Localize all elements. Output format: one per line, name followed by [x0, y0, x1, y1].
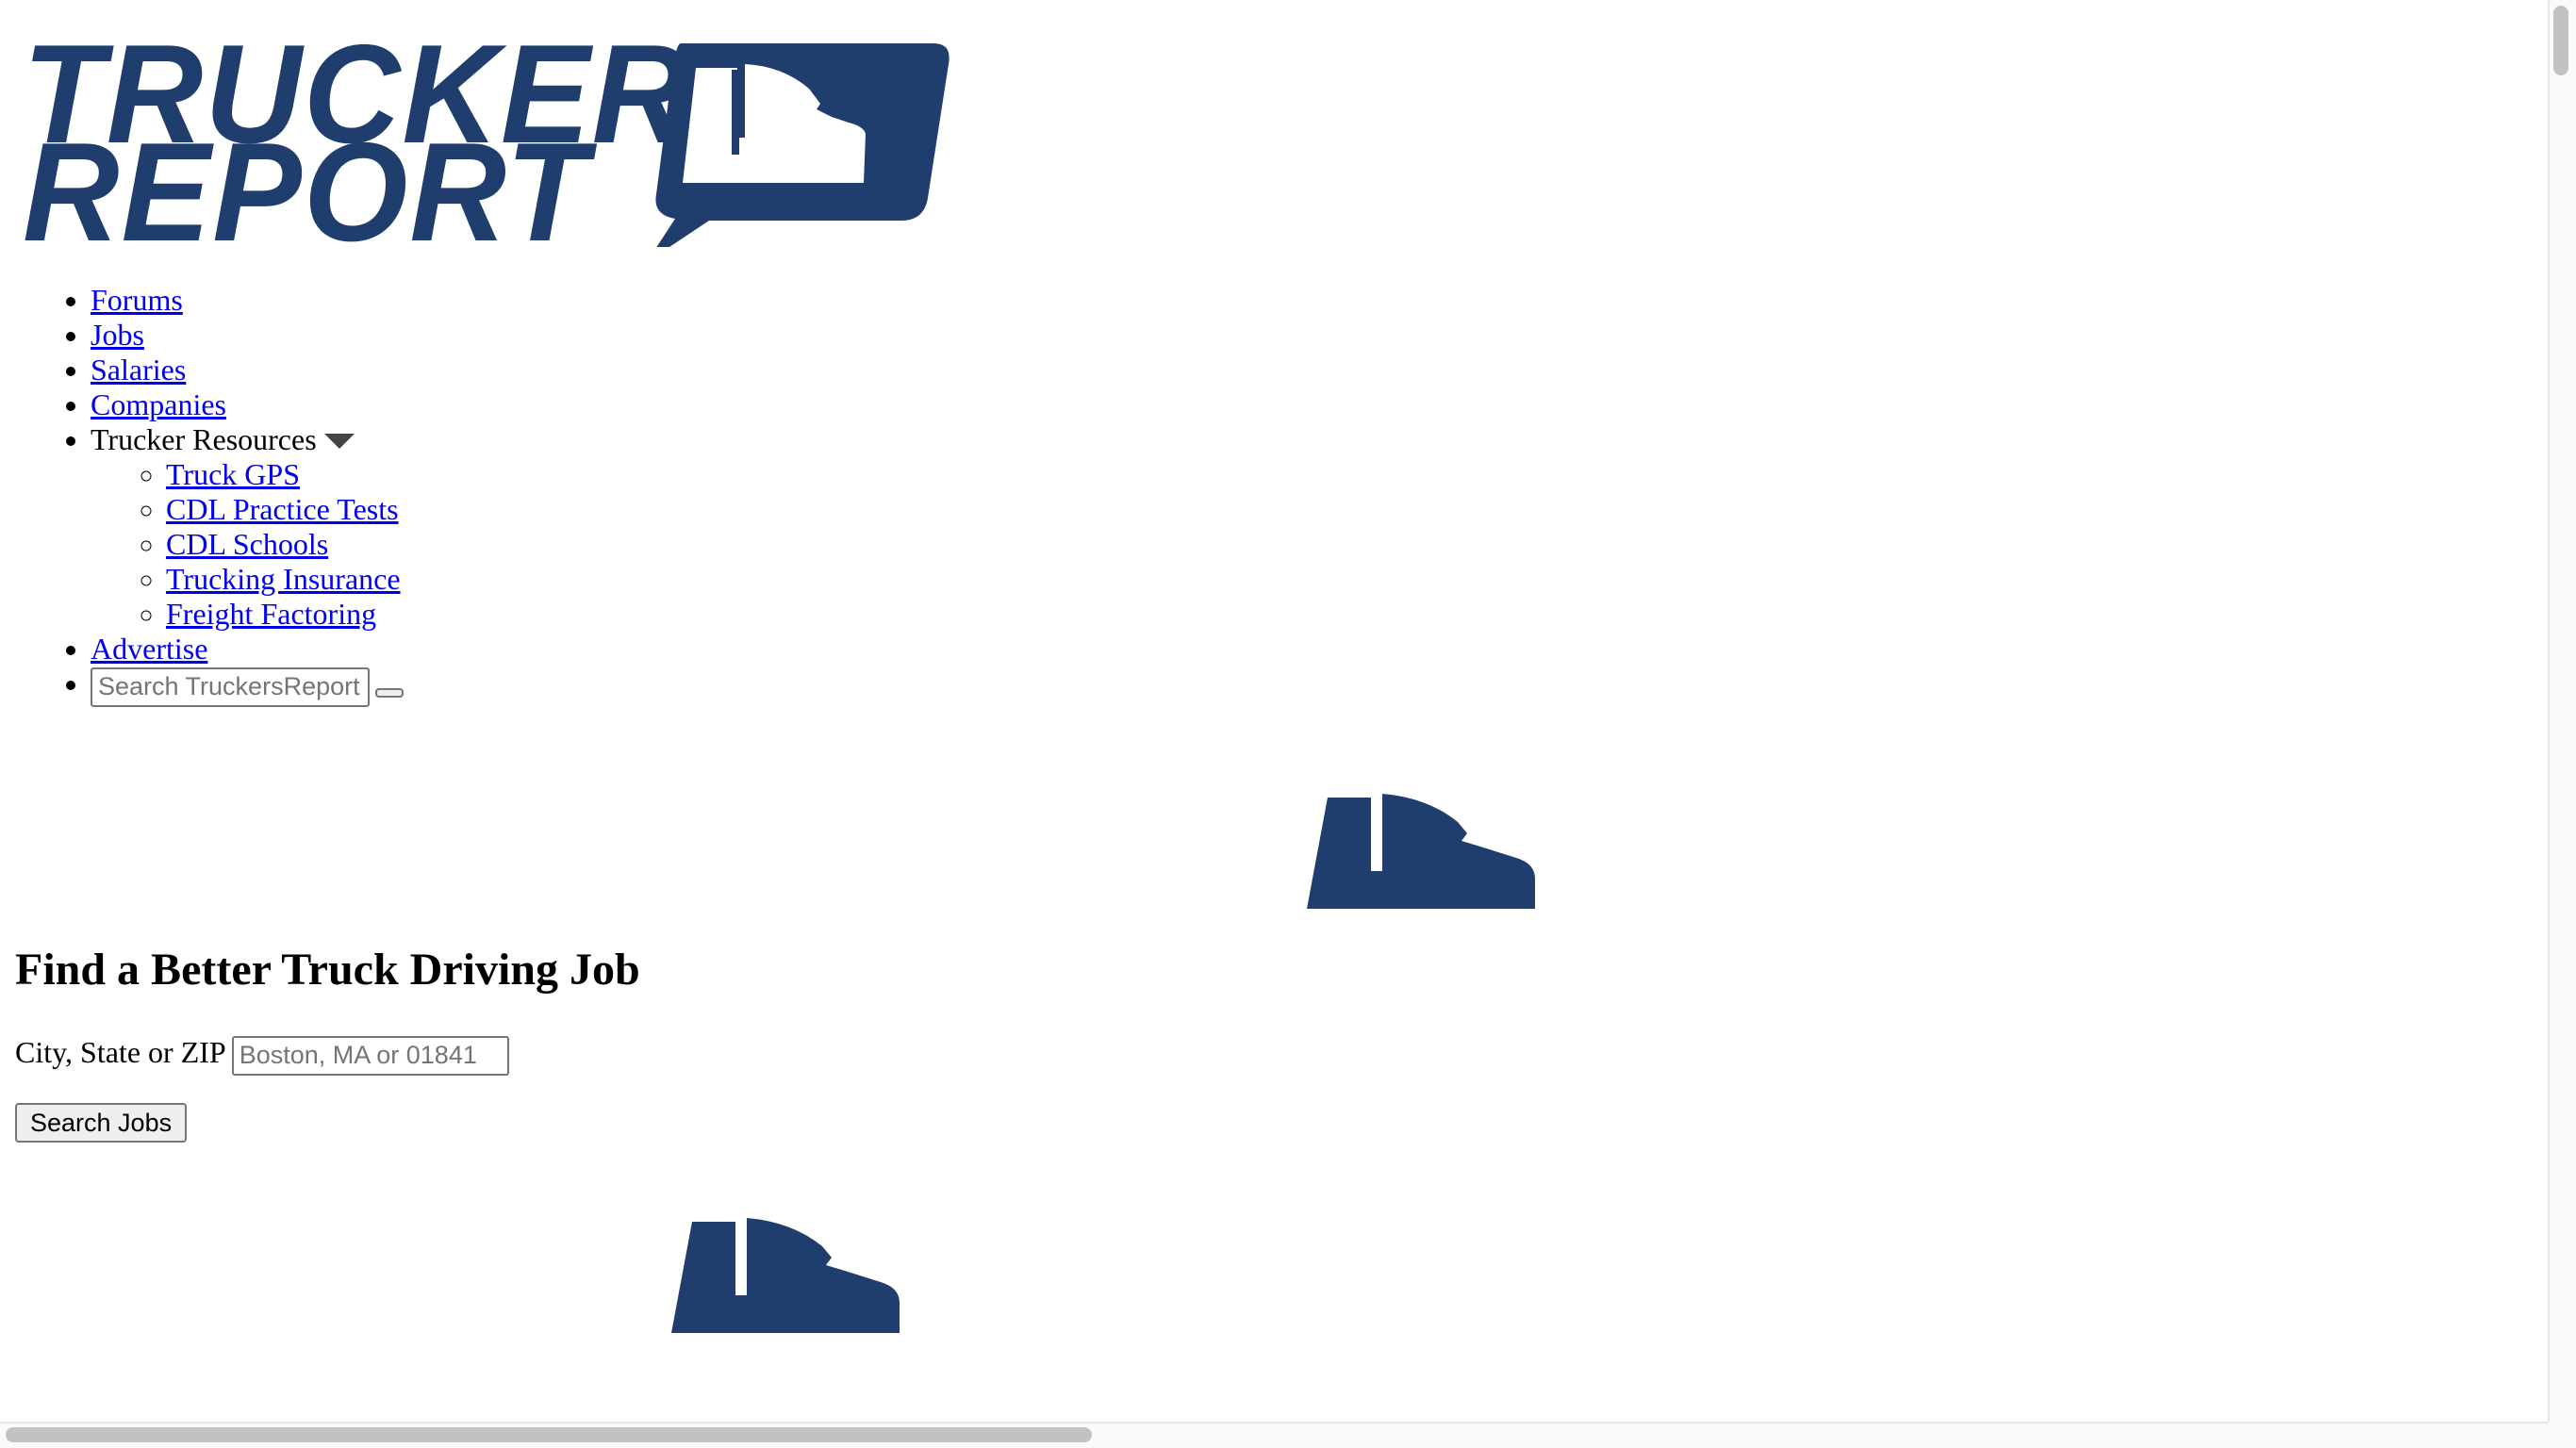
- truck-speech-bubble-icon: [655, 43, 949, 247]
- vertical-scrollbar-thumb[interactable]: [2553, 6, 2568, 75]
- trucker-resources-submenu: Truck GPS CDL Practice Tests CDL Schools…: [91, 457, 404, 632]
- nav-item-search: [91, 666, 404, 707]
- vertical-scrollbar[interactable]: [2548, 0, 2576, 1422]
- location-label: City, State or ZIP: [15, 1035, 226, 1069]
- submenu-item-freight-factoring: Freight Factoring: [166, 597, 404, 632]
- nav-item-forums: Forums: [91, 283, 404, 318]
- submenu-item-cdl-practice-tests: CDL Practice Tests: [166, 492, 404, 527]
- link-cdl-schools[interactable]: CDL Schools: [166, 527, 328, 561]
- nav-item-trucker-resources: Trucker Resources Truck GPS CDL Practice…: [91, 422, 404, 632]
- nav-link-forums[interactable]: Forums: [91, 283, 183, 317]
- trucker-resources-label: Trucker Resources: [91, 422, 317, 456]
- truck-icon: [1307, 794, 1535, 909]
- nav-item-companies: Companies: [91, 387, 404, 422]
- trucker-resources-toggle[interactable]: Trucker Resources: [91, 422, 355, 456]
- link-cdl-practice-tests[interactable]: CDL Practice Tests: [166, 492, 399, 526]
- nav-item-advertise: Advertise: [91, 632, 404, 666]
- site-logo[interactable]: TRUCKERS REPORT: [23, 24, 949, 263]
- location-input[interactable]: [231, 1035, 509, 1076]
- nav-list: Forums Jobs Salaries Companies Trucker R…: [0, 283, 404, 707]
- nav-link-advertise[interactable]: Advertise: [91, 632, 207, 666]
- link-truck-gps[interactable]: Truck GPS: [166, 457, 300, 491]
- scrollbar-corner: [2548, 1422, 2576, 1448]
- link-freight-factoring[interactable]: Freight Factoring: [166, 597, 376, 631]
- horizontal-scrollbar-thumb[interactable]: [6, 1427, 1092, 1442]
- job-search-title: Find a Better Truck Driving Job: [15, 945, 640, 995]
- site-search-input[interactable]: [91, 666, 370, 707]
- submenu-item-trucking-insurance: Trucking Insurance: [166, 562, 404, 597]
- nav-link-salaries[interactable]: Salaries: [91, 353, 186, 387]
- nav-item-salaries: Salaries: [91, 353, 404, 387]
- truck-icon: [671, 1218, 900, 1333]
- logo-text-line2: REPORT: [23, 113, 590, 272]
- caret-down-icon[interactable]: [323, 433, 355, 449]
- nav-link-jobs[interactable]: Jobs: [91, 318, 144, 352]
- search-jobs-button[interactable]: Search Jobs: [15, 1103, 188, 1143]
- main-nav: Forums Jobs Salaries Companies Trucker R…: [0, 283, 404, 707]
- site-search-button[interactable]: [375, 687, 404, 698]
- location-row: City, State or ZIP: [15, 1031, 509, 1076]
- nav-link-companies[interactable]: Companies: [91, 387, 226, 421]
- submenu-item-truck-gps: Truck GPS: [166, 457, 404, 492]
- link-trucking-insurance[interactable]: Trucking Insurance: [166, 562, 401, 596]
- nav-item-jobs: Jobs: [91, 318, 404, 353]
- submenu-item-cdl-schools: CDL Schools: [166, 527, 404, 562]
